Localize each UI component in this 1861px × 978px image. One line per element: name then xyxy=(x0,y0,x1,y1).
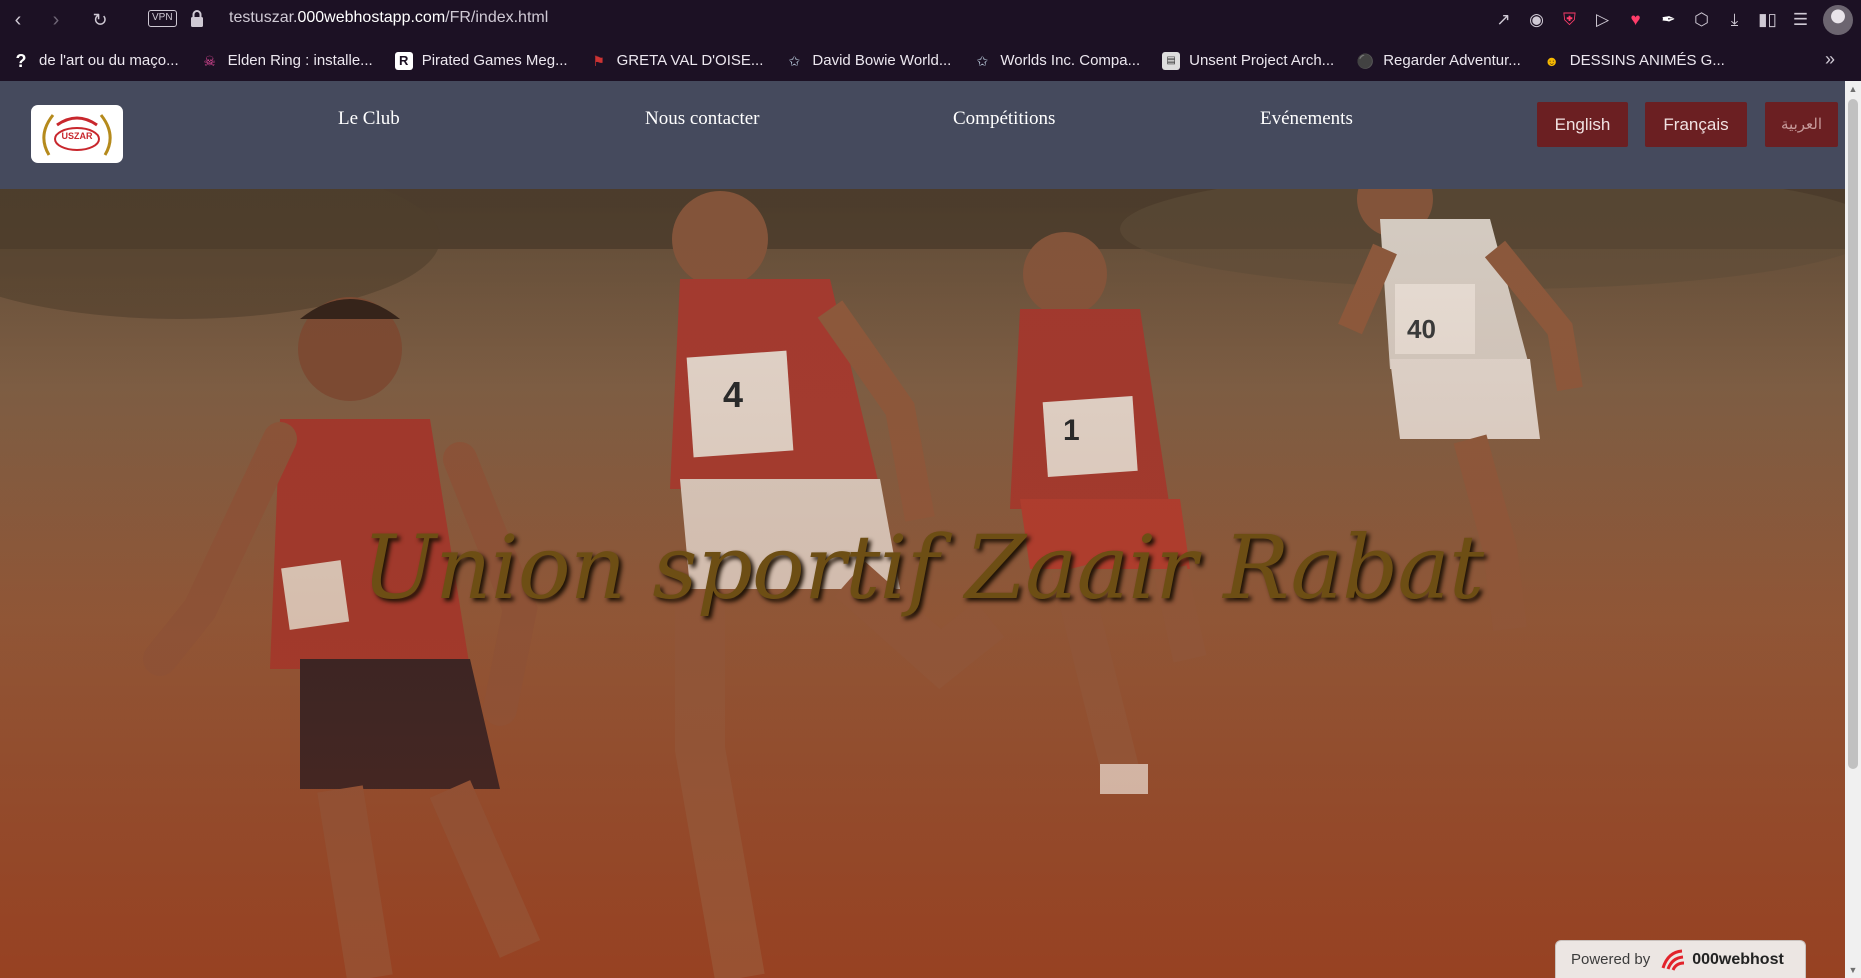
pen-icon[interactable]: ✒ xyxy=(1652,10,1685,30)
chevron-double-right-icon[interactable]: » xyxy=(1825,49,1835,70)
bookmark-item[interactable]: ⚑ GRETA VAL D'OISE... xyxy=(590,52,764,70)
bookmark-item[interactable]: ✩ David Bowie World... xyxy=(785,52,952,70)
emoji-icon: ☻ xyxy=(1544,52,1560,69)
bookmark-item[interactable]: ? de l'art ou du maço... xyxy=(12,52,179,70)
scroll-up-icon[interactable]: ▲ xyxy=(1845,84,1861,94)
url-prefix: testuszar. xyxy=(229,9,298,26)
browser-toolbar: ‹ › ↻ VPN testuszar.000webhostapp.com/FR… xyxy=(0,0,1861,40)
bib-number-4: 4 xyxy=(723,374,744,415)
nav-link-evenements[interactable]: Evénements xyxy=(1260,108,1353,130)
box-icon[interactable]: ⬡ xyxy=(1685,10,1718,30)
bookmark-item[interactable]: ☻ DESSINS ANIMÉS G... xyxy=(1543,52,1725,70)
feather-icon: ✩ xyxy=(976,52,989,69)
shield-icon[interactable]: ⛨ xyxy=(1553,10,1586,30)
hero-banner: 4 1 40 Union sportif Zaair Rabat xyxy=(0,189,1845,978)
bookmark-label: Worlds Inc. Compa... xyxy=(1000,52,1141,69)
forward-icon[interactable]: › xyxy=(44,8,68,32)
bottle-icon: ⚫ xyxy=(1356,52,1374,69)
bookmark-item[interactable]: ☠ Elden Ring : installe... xyxy=(201,52,373,70)
logo-text: USZAR xyxy=(61,131,93,141)
bookmark-item[interactable]: ▤ Unsent Project Arch... xyxy=(1162,51,1335,70)
url-domain: 000webhostapp.com xyxy=(297,9,446,26)
bookmark-label: Regarder Adventur... xyxy=(1383,52,1521,69)
lock-icon[interactable] xyxy=(190,10,204,28)
bookmark-item[interactable]: R Pirated Games Meg... xyxy=(394,51,568,70)
battery-icon[interactable]: ▮▯ xyxy=(1751,10,1784,30)
hero-title: Union sportif Zaair Rabat xyxy=(361,516,1484,619)
powered-by-badge[interactable]: Powered by 000webhost xyxy=(1555,940,1806,978)
language-button-francais[interactable]: Français xyxy=(1645,102,1747,147)
bookmark-label: de l'art ou du maço... xyxy=(39,52,179,69)
back-icon[interactable]: ‹ xyxy=(6,8,30,32)
nav-link-competitions[interactable]: Compétitions xyxy=(953,108,1055,130)
bookmark-label: Unsent Project Arch... xyxy=(1189,52,1335,69)
club-logo[interactable]: USZAR xyxy=(31,105,123,163)
bookmark-label: David Bowie World... xyxy=(812,52,952,69)
avatar[interactable] xyxy=(1823,5,1853,35)
download-icon[interactable]: ⤓ xyxy=(1718,10,1751,30)
language-button-arabic[interactable]: العربية xyxy=(1765,102,1838,147)
site-navbar: USZAR Le Club Nous contacter Compétition… xyxy=(0,81,1845,189)
school-icon: ⚑ xyxy=(592,52,605,69)
bib-number-40: 40 xyxy=(1407,314,1436,344)
bookmark-label: Elden Ring : installe... xyxy=(227,52,373,69)
toolbar-icons: ↗ ◉ ⛨ ▷ ♥ ✒ ⬡ ⤓ ▮▯ ☰ xyxy=(1487,0,1861,40)
send-icon[interactable]: ▷ xyxy=(1586,10,1619,30)
doc-icon: ▤ xyxy=(1162,51,1181,70)
url-path: /FR/index.html xyxy=(445,9,549,26)
nav-link-le-club[interactable]: Le Club xyxy=(338,108,400,130)
bookmark-label: DESSINS ANIMÉS G... xyxy=(1569,52,1725,69)
webhost-logo-icon xyxy=(1661,949,1685,971)
menu-icon[interactable]: ☰ xyxy=(1784,10,1817,30)
feather-icon: ✩ xyxy=(788,52,801,69)
bib-number-1: 1 xyxy=(1063,414,1080,447)
vpn-badge[interactable]: VPN xyxy=(148,10,177,27)
webhost-brand: 000webhost xyxy=(1692,950,1784,968)
heart-icon[interactable]: ♥ xyxy=(1619,10,1652,30)
skull-icon: ☠ xyxy=(203,52,216,69)
question-icon: ? xyxy=(15,50,27,71)
powered-by-label: Powered by xyxy=(1571,951,1651,968)
address-bar[interactable]: testuszar.000webhostapp.com/FR/index.htm… xyxy=(229,9,548,27)
bookmark-label: GRETA VAL D'OISE... xyxy=(616,52,764,69)
share-icon[interactable]: ↗ xyxy=(1487,10,1520,30)
scroll-thumb[interactable] xyxy=(1848,99,1858,769)
page-scrollbar[interactable]: ▲ ▼ xyxy=(1845,81,1861,978)
r-icon: R xyxy=(394,51,413,70)
reload-icon[interactable]: ↻ xyxy=(88,8,112,32)
bookmark-label: Pirated Games Meg... xyxy=(421,52,568,69)
bookmark-item[interactable]: ⚫ Regarder Adventur... xyxy=(1356,52,1521,70)
web-page: USZAR Le Club Nous contacter Compétition… xyxy=(0,81,1861,978)
bookmark-item[interactable]: ✩ Worlds Inc. Compa... xyxy=(973,52,1140,70)
bookmarks-bar: ? de l'art ou du maço... ☠ Elden Ring : in… xyxy=(0,40,1861,81)
scroll-down-icon[interactable]: ▼ xyxy=(1845,965,1861,975)
nav-link-nous-contacter[interactable]: Nous contacter xyxy=(645,108,759,130)
camera-icon[interactable]: ◉ xyxy=(1520,10,1553,30)
language-button-english[interactable]: English xyxy=(1537,102,1628,147)
